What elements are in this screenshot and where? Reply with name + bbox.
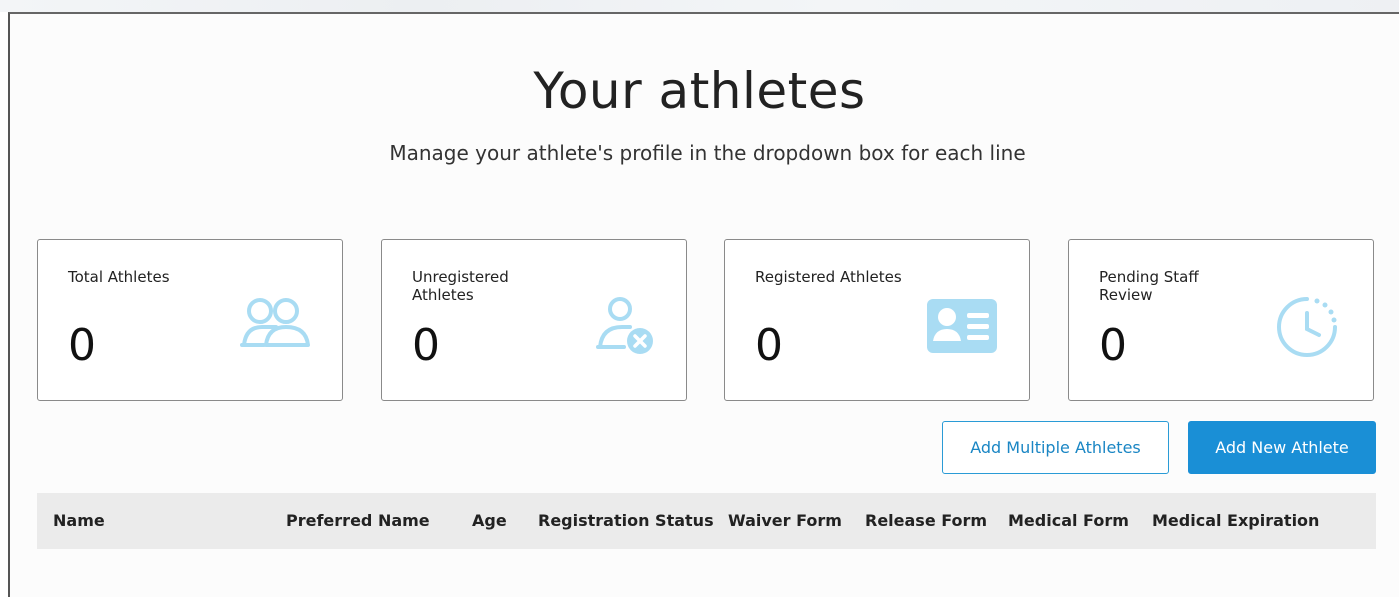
card-label: Total Athletes xyxy=(68,268,170,286)
column-header-release-form[interactable]: Release Form xyxy=(865,493,987,549)
page-subtitle: Manage your athlete's profile in the dro… xyxy=(389,141,1026,165)
top-strip xyxy=(0,0,1399,12)
unregistered-athletes-card: Unregistered Athletes 0 xyxy=(381,239,687,401)
column-header-preferred-name[interactable]: Preferred Name xyxy=(286,493,430,549)
card-value: 0 xyxy=(412,320,440,371)
column-header-age[interactable]: Age xyxy=(472,493,507,549)
card-label: Pending Staff Review xyxy=(1099,268,1199,304)
column-header-waiver-form[interactable]: Waiver Form xyxy=(728,493,842,549)
id-card-icon xyxy=(927,299,997,353)
user-remove-icon xyxy=(596,297,653,354)
column-header-medical-form[interactable]: Medical Form xyxy=(1008,493,1129,549)
pending-staff-review-card: Pending Staff Review 0 xyxy=(1068,239,1374,401)
registered-athletes-card: Registered Athletes 0 xyxy=(724,239,1030,401)
add-new-athlete-button[interactable]: Add New Athlete xyxy=(1188,421,1376,474)
card-label: Registered Athletes xyxy=(755,268,902,286)
card-label: Unregistered Athletes xyxy=(412,268,509,304)
athletes-table-header: Name Preferred Name Age Registration Sta… xyxy=(37,493,1376,549)
page-title: Your athletes xyxy=(533,62,866,120)
card-value: 0 xyxy=(1099,320,1127,371)
users-icon xyxy=(240,298,310,347)
column-header-medical-expiration[interactable]: Medical Expiration xyxy=(1152,493,1319,549)
column-header-registration-status[interactable]: Registration Status xyxy=(538,493,714,549)
total-athletes-card: Total Athletes 0 xyxy=(37,239,343,401)
clock-icon xyxy=(1277,297,1337,357)
card-value: 0 xyxy=(68,320,96,371)
card-value: 0 xyxy=(755,320,783,371)
column-header-name[interactable]: Name xyxy=(53,493,105,549)
add-multiple-athletes-button[interactable]: Add Multiple Athletes xyxy=(942,421,1169,474)
